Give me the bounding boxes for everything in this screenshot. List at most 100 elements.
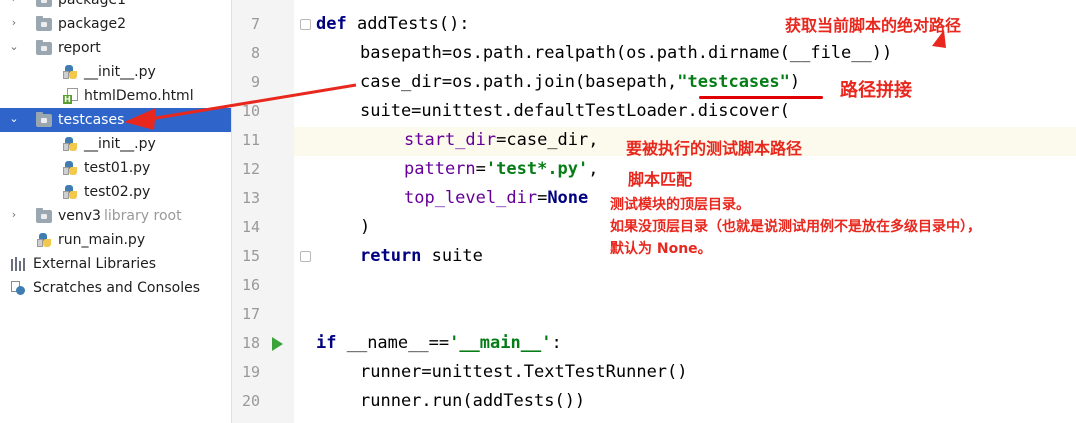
keyword: None [547,188,589,208]
tree-item-label: __init__.py [84,136,156,152]
tree-item-label: test01.py [84,160,151,176]
tree-item-htmldemo[interactable]: H htmlDemo.html [0,84,231,108]
code-text: , [588,159,599,179]
tree-item-testcases-init[interactable]: __init__.py [0,132,231,156]
line-number: 9 [250,73,260,91]
highlight-underline [699,96,823,99]
tree-item-scratches[interactable]: Scratches and Consoles [0,276,231,300]
code-line-20: runner.run(addTests()) [360,387,585,416]
code-text: = [537,188,548,208]
code-text: runner.run(addTests()) [360,391,586,411]
annotation-start-dir: 要被执行的测试脚本路径 [626,139,803,158]
line-number: 19 [241,363,260,381]
string-literal: '__main__' [449,333,552,353]
tree-item-label: package2 [58,16,127,32]
tree-item-run-main[interactable]: run_main.py [0,228,231,252]
param-name: start_dir [404,130,497,150]
line-number: 16 [241,276,260,294]
code-text: suite [421,246,483,266]
tree-item-label: __init__.py [84,64,156,80]
code-line-15: return suite [360,242,483,271]
tree-item-external-libraries[interactable]: External Libraries [0,252,231,276]
keyword: def [316,14,347,34]
chevron-right-icon[interactable]: › [8,17,20,29]
tree-item-package2[interactable]: › package2 [0,12,231,36]
chevron-down-icon[interactable]: ⌄ [8,41,20,53]
line-number: 17 [241,305,260,323]
python-file-icon [63,160,79,176]
code-line-11: start_dir=case_dir, [404,126,598,155]
python-file-icon [63,136,79,152]
code-line-18: if __name__=='__main__': [316,329,562,358]
line-number: 15 [241,247,260,265]
scratches-icon [10,280,26,296]
python-file-icon [63,64,79,80]
keyword: if [316,333,337,353]
tree-item-testcases[interactable]: ⌄ testcases [0,108,231,132]
tree-item-label: venv3 [58,208,101,224]
string-literal: 'test*.py' [485,159,589,179]
folder-icon [36,0,52,8]
code-line-8: basepath=os.path.realpath(os.path.dirnam… [360,39,892,68]
line-number: 10 [241,102,260,120]
keyword: return [360,246,422,266]
code-line-14: ) [360,213,370,242]
python-file-icon [63,184,79,200]
line-number: 20 [241,392,260,410]
code-line-12: pattern='test*.py', [404,155,599,184]
chevron-right-icon[interactable]: › [8,209,20,221]
param-name: pattern [404,159,476,179]
tree-item-label: report [58,40,101,56]
tree-item-label: run_main.py [58,232,146,248]
project-tree: › package1 › package2 ⌄ report __init__.… [0,0,232,423]
folder-icon [36,16,52,32]
editor-gutter[interactable]: 7 8 9 10 11 12 13 14 15 16 17 18 19 20 [232,0,311,423]
tree-item-report[interactable]: ⌄ report [0,36,231,60]
code-text: : [551,333,562,353]
annotation-top-level-dir: 测试模块的顶层目录。 如果没顶层目录（也就是说测试用例不是放在多级目录中）， 默… [610,194,981,260]
library-root-hint: library root [104,208,182,224]
line-number: 14 [241,218,260,236]
folder-icon [36,208,52,224]
tree-item-package1[interactable]: › package1 [0,0,231,12]
line-number: 8 [250,44,260,62]
tree-item-label: External Libraries [33,256,156,272]
tree-item-label: package1 [58,0,127,8]
html-file-icon: H [63,88,79,104]
code-line-13: top_level_dir=None [404,184,588,213]
code-line-9: case_dir=os.path.join(basepath,"testcase… [360,68,800,97]
folder-icon [36,40,52,56]
code-text: ) [360,217,371,237]
tree-item-label: htmlDemo.html [84,88,194,104]
tree-item-label: testcases [58,112,125,128]
library-icon [10,256,26,272]
line-number: 13 [241,189,260,207]
annotation-line: 如果没顶层目录（也就是说测试用例不是放在多级目录中）， [610,219,981,235]
code-text: case_dir=os.path.join(basepath, [360,72,678,92]
tree-item-test02[interactable]: test02.py [0,180,231,204]
line-number: 11 [241,131,260,149]
code-line-19: runner=unittest.TextTestRunner() [360,358,688,387]
run-icon[interactable] [272,337,283,351]
code-text: runner=unittest.TextTestRunner() [360,362,688,382]
code-text: addTests(): [346,14,470,34]
tree-item-report-init[interactable]: __init__.py [0,60,231,84]
annotation-line: 测试模块的顶层目录。 [610,197,750,213]
annotation-pattern: 脚本匹配 [628,170,693,189]
line-number: 7 [250,15,260,33]
chevron-down-icon[interactable]: ⌄ [8,113,20,125]
annotation-basepath: 获取当前脚本的绝对路径 [785,16,962,35]
code-text: = [475,159,486,179]
line-number: 12 [241,160,260,178]
param-name: top_level_dir [404,188,538,208]
tree-item-venv3[interactable]: › venv3 library root [0,204,231,228]
tree-item-label: test02.py [84,184,151,200]
code-text: =case_dir, [496,130,599,150]
code-line-10: suite=unittest.defaultTestLoader.discove… [360,97,790,126]
tree-item-test01[interactable]: test01.py [0,156,231,180]
line-number: 18 [241,334,260,352]
string-literal: "testcases" [677,72,790,92]
chevron-right-icon[interactable]: › [8,0,20,5]
chevron-right-icon[interactable] [0,257,10,269]
code-text: basepath=os.path.realpath(os.path.dirnam… [360,43,893,63]
